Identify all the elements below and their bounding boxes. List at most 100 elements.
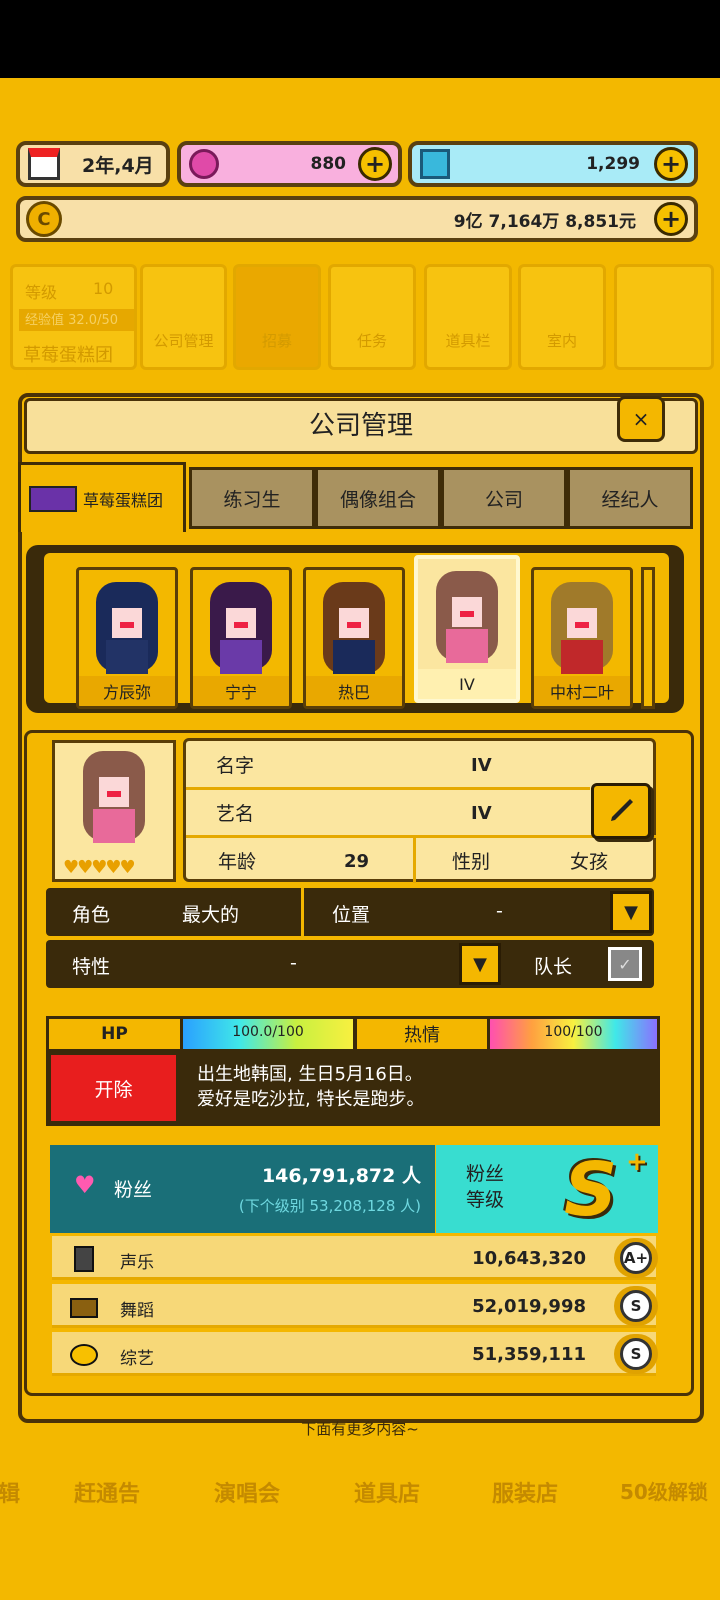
skill-label: 声乐: [120, 1253, 154, 1273]
bg-exp-bar: 经验值 32.0/50: [19, 309, 134, 331]
info-table: 名字 IV 艺名 IV 年龄 29 性别 女孩: [183, 738, 656, 883]
leader-checkbox[interactable]: ✓: [608, 947, 642, 981]
role-label: 角色: [72, 904, 111, 926]
grade-label: A+: [620, 1242, 652, 1274]
calendar-icon: [28, 148, 60, 180]
tab-manager[interactable]: 经纪人: [567, 467, 693, 529]
hp-bar: 100.0/100: [183, 1019, 353, 1049]
member-card-selected[interactable]: IV: [414, 555, 520, 703]
member-name: 宁宁: [193, 676, 289, 706]
bg-menu-label: 道具栏: [445, 332, 491, 350]
bottom-menu-item[interactable]: 赶通告: [74, 1476, 140, 1508]
diamond-icon: [420, 149, 450, 179]
skill-row: 舞蹈 52,019,998 S: [52, 1284, 658, 1328]
bio-line: 出生地韩国, 生日5月16日。: [197, 1064, 423, 1085]
bottom-menu-item[interactable]: 50级解锁: [620, 1476, 708, 1505]
plus-icon: +: [626, 1147, 648, 1177]
bottom-menu-item[interactable]: 服装店: [492, 1476, 558, 1508]
diamond-currency: 1,299 +: [408, 141, 698, 187]
add-pink-button[interactable]: +: [358, 147, 392, 181]
pink-currency: 880 +: [177, 141, 402, 187]
portrait-sprite: [83, 751, 145, 843]
pink-gem-icon: [189, 149, 219, 179]
skill-label: 舞蹈: [120, 1301, 154, 1321]
member-card[interactable]: 宁宁: [190, 567, 292, 709]
passion-value: 100/100: [544, 1024, 603, 1040]
passion-label: 热情: [357, 1019, 487, 1049]
leader-label: 队长: [534, 956, 573, 978]
grade-label: S: [620, 1290, 652, 1322]
add-money-button[interactable]: +: [654, 202, 688, 236]
bg-menu-items: 道具栏: [424, 264, 512, 370]
heart-rating-icon: ♥♥♥♥♥: [63, 857, 136, 878]
fans-value: 146,791,872 人: [261, 1165, 421, 1187]
fan-level-block: 粉丝 等级 S +: [436, 1145, 658, 1233]
hp-label: HP: [49, 1019, 180, 1049]
member-sprite: [436, 571, 498, 663]
mic-icon: [74, 1246, 94, 1272]
coin-glyph: C: [37, 208, 51, 230]
trait-dropdown[interactable]: ▼: [459, 943, 501, 985]
age-value: 29: [344, 851, 370, 872]
member-card[interactable]: 中村二叶: [531, 567, 633, 709]
fire-button[interactable]: 开除: [48, 1052, 179, 1124]
shoe-icon: [70, 1298, 98, 1318]
bg-menu-mail: [614, 264, 714, 370]
status-bar: [0, 0, 720, 78]
tab-idol-group[interactable]: 偶像组合: [315, 467, 441, 529]
name-label: 名字: [216, 755, 255, 777]
member-sprite: [96, 582, 158, 674]
tab-trainee[interactable]: 练习生: [189, 467, 315, 529]
member-name: IV: [418, 669, 516, 699]
diamond-value: 1,299: [586, 154, 640, 174]
tab-label: 练习生: [223, 488, 281, 511]
gender-label: 性别: [452, 851, 491, 873]
grade-label: S: [620, 1338, 652, 1370]
portrait-frame: ♥♥♥♥♥: [52, 740, 176, 882]
skill-row: 声乐 10,643,320 A+: [52, 1236, 658, 1280]
name-value: IV: [471, 755, 492, 776]
trait-row: 特性 - 队长: [46, 940, 654, 988]
more-content-hint: 下面有更多内容~: [301, 1420, 419, 1438]
bg-menu-label: 招募: [261, 332, 292, 350]
member-card-partial[interactable]: [641, 567, 655, 709]
gender-value: 女孩: [570, 851, 609, 873]
coin-icon: C: [26, 201, 62, 237]
group-icon: [29, 485, 77, 512]
member-card[interactable]: 方辰弥: [76, 567, 178, 709]
member-sprite: [323, 582, 385, 674]
tab-group[interactable]: 草莓蛋糕团: [18, 462, 186, 532]
bg-menu-recruit: 招募: [233, 264, 321, 370]
tab-label: 偶像组合: [339, 488, 416, 511]
stage-name-value: IV: [471, 803, 492, 824]
bottom-menu-item[interactable]: 演唱会: [214, 1476, 280, 1508]
chevron-down-icon: ▼: [473, 953, 487, 975]
skill-grade: S: [614, 1334, 658, 1374]
tab-company[interactable]: 公司: [441, 467, 567, 529]
bg-menu-company: 公司管理: [140, 264, 227, 370]
date-box: 2年,4月: [16, 141, 170, 187]
position-value: -: [496, 900, 503, 922]
position-dropdown[interactable]: ▼: [610, 891, 652, 933]
fans-label: 粉丝: [114, 1179, 153, 1201]
hp-value: 100.0/100: [232, 1024, 304, 1040]
bg-level-card: 等级 10 经验值 32.0/50 草莓蛋糕团: [10, 264, 137, 370]
edit-button[interactable]: [591, 783, 651, 839]
bottom-menu-item[interactable]: 道具店: [354, 1476, 420, 1508]
add-diamond-button[interactable]: +: [654, 147, 688, 181]
tab-label: 经纪人: [601, 488, 659, 511]
bg-menu-label: 公司管理: [153, 332, 214, 350]
member-card[interactable]: 热巴: [303, 567, 405, 709]
close-button[interactable]: ×: [617, 396, 665, 442]
fan-level-label: 粉丝: [466, 1163, 505, 1185]
bottom-menu-item[interactable]: 辑: [0, 1476, 20, 1508]
skill-value: 51,359,111: [472, 1344, 586, 1365]
money-box: C 9亿 7,164万 8,851元 +: [16, 196, 698, 242]
skill-grade: A+: [614, 1238, 658, 1278]
member-name: 热巴: [306, 676, 402, 706]
fans-next-level: (下个级别 53,208,128 人): [238, 1197, 421, 1215]
bottom-menu: 辑 赶通告 演唱会 道具店 服装店 50级解锁: [0, 1470, 720, 1520]
panel-header: 公司管理: [24, 398, 698, 454]
role-row: 角色 最大的 位置 -: [46, 888, 654, 936]
age-label: 年龄: [218, 851, 257, 873]
